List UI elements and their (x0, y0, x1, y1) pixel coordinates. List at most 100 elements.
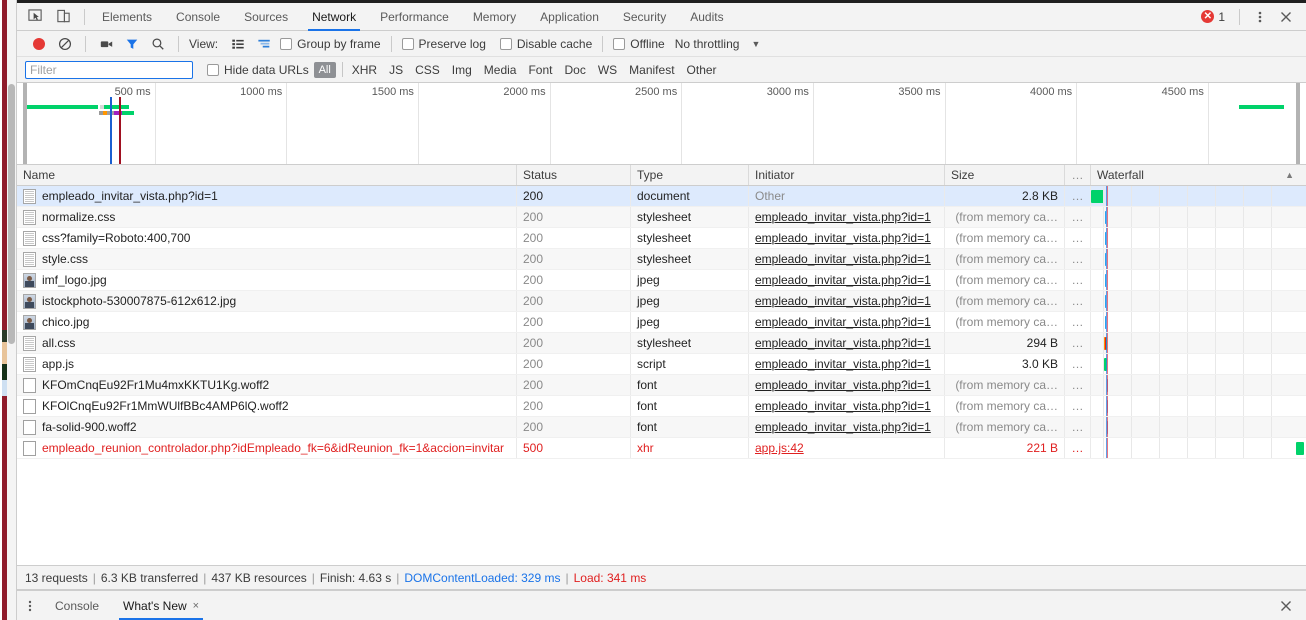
device-toolbar-icon[interactable] (51, 6, 75, 28)
cell-name[interactable]: KFOlCnqEu92Fr1MmWUlfBBc4AMP6lQ.woff2 (17, 396, 517, 416)
overview-left-handle[interactable] (23, 83, 27, 164)
cell-name[interactable]: css?family=Roboto:400,700 (17, 228, 517, 248)
table-row[interactable]: chico.jpg 200 jpeg empleado_invitar_vista.p… (17, 312, 1306, 333)
throttling-select[interactable]: No throttling (675, 37, 740, 51)
chevron-down-icon[interactable]: ▼ (751, 39, 760, 49)
filter-type-xhr[interactable]: XHR (346, 63, 383, 77)
table-row[interactable]: all.css 200 stylesheet empleado_invitar_vis… (17, 333, 1306, 354)
cell-overflow[interactable]: … (1065, 333, 1091, 353)
table-row[interactable]: style.css 200 stylesheet empleado_invitar_v… (17, 249, 1306, 270)
drawer-close-icon[interactable] (1274, 595, 1298, 617)
cell-overflow[interactable]: … (1065, 228, 1091, 248)
initiator-link[interactable]: app.js:42 (755, 441, 804, 455)
filter-type-doc[interactable]: Doc (558, 63, 591, 77)
tab-performance[interactable]: Performance (368, 3, 461, 30)
initiator-link[interactable]: empleado_invitar_vista.php?id=1 (755, 420, 931, 434)
cell-overflow[interactable]: … (1065, 186, 1091, 206)
filter-type-img[interactable]: Img (446, 63, 478, 77)
cell-overflow[interactable]: … (1065, 249, 1091, 269)
tab-application[interactable]: Application (528, 3, 611, 30)
cell-name[interactable]: all.css (17, 333, 517, 353)
filter-type-css[interactable]: CSS (409, 63, 446, 77)
page-scrollbar-thumb[interactable] (8, 84, 15, 344)
offline-checkbox[interactable]: Offline (613, 37, 665, 51)
funnel-icon[interactable] (120, 33, 144, 55)
column-header-status[interactable]: Status (517, 165, 631, 185)
camera-icon[interactable] (94, 33, 118, 55)
table-row[interactable]: css?family=Roboto:400,700 200 stylesheet em… (17, 228, 1306, 249)
column-header-type[interactable]: Type (631, 165, 749, 185)
filter-type-other[interactable]: Other (681, 63, 723, 77)
cell-name[interactable]: istockphoto-530007875-612x612.jpg (17, 291, 517, 311)
table-row[interactable]: KFOlCnqEu92Fr1MmWUlfBBc4AMP6lQ.woff2 200 f… (17, 396, 1306, 417)
inspect-element-icon[interactable] (23, 6, 47, 28)
table-row[interactable]: KFOmCnqEu92Fr1Mu4mxKKTU1Kg.woff2 200 font e… (17, 375, 1306, 396)
filter-type-manifest[interactable]: Manifest (623, 63, 680, 77)
initiator-link[interactable]: empleado_invitar_vista.php?id=1 (755, 273, 931, 287)
filter-type-js[interactable]: JS (383, 63, 409, 77)
filter-type-font[interactable]: Font (522, 63, 558, 77)
initiator-link[interactable]: empleado_invitar_vista.php?id=1 (755, 231, 931, 245)
cell-overflow[interactable]: … (1065, 375, 1091, 395)
disable-cache-checkbox[interactable]: Disable cache (499, 37, 592, 51)
cell-name[interactable]: normalize.css (17, 207, 517, 227)
overview-right-handle[interactable] (1296, 83, 1300, 164)
tab-elements[interactable]: Elements (90, 3, 164, 30)
initiator-link[interactable]: empleado_invitar_vista.php?id=1 (755, 210, 931, 224)
cell-name[interactable]: chico.jpg (17, 312, 517, 332)
filter-type-all[interactable]: All (313, 61, 336, 78)
tab-sources[interactable]: Sources (232, 3, 300, 30)
drawer-tab-close-icon[interactable]: × (193, 600, 199, 612)
cell-name[interactable]: style.css (17, 249, 517, 269)
cell-overflow[interactable]: … (1065, 354, 1091, 374)
cell-overflow[interactable]: … (1065, 291, 1091, 311)
close-icon[interactable] (1274, 6, 1298, 28)
cell-overflow[interactable]: … (1065, 438, 1091, 458)
cell-overflow[interactable]: … (1065, 270, 1091, 290)
initiator-link[interactable]: empleado_invitar_vista.php?id=1 (755, 357, 931, 371)
column-header-waterfall[interactable]: Waterfall ▲ (1091, 165, 1306, 185)
initiator-link[interactable]: empleado_invitar_vista.php?id=1 (755, 252, 931, 266)
column-header-initiator[interactable]: Initiator (749, 165, 945, 185)
kebab-menu-icon[interactable] (1248, 6, 1272, 28)
initiator-link[interactable]: empleado_invitar_vista.php?id=1 (755, 294, 931, 308)
column-header-name[interactable]: Name (17, 165, 517, 185)
cell-name[interactable]: app.js (17, 354, 517, 374)
cell-name[interactable]: empleado_reunion_controlador.php?idEmple… (17, 438, 517, 458)
table-row[interactable]: fa-solid-900.woff2 200 font empleado_invita… (17, 417, 1306, 438)
preserve-log-checkbox[interactable]: Preserve log (401, 37, 486, 51)
filter-input[interactable] (25, 60, 193, 79)
clear-icon[interactable] (53, 33, 77, 55)
initiator-link[interactable]: empleado_invitar_vista.php?id=1 (755, 315, 931, 329)
tab-console[interactable]: Console (164, 3, 232, 30)
filter-type-ws[interactable]: WS (592, 63, 623, 77)
cell-overflow[interactable]: … (1065, 396, 1091, 416)
hide-data-urls-checkbox[interactable]: Hide data URLs (207, 63, 309, 77)
column-header-size[interactable]: Size (945, 165, 1065, 185)
cell-overflow[interactable]: … (1065, 417, 1091, 437)
search-icon[interactable] (146, 33, 170, 55)
table-row[interactable]: normalize.css 200 stylesheet empleado_invit… (17, 207, 1306, 228)
waterfall-view-icon[interactable] (252, 33, 276, 55)
cell-name[interactable]: fa-solid-900.woff2 (17, 417, 517, 437)
list-view-icon[interactable] (226, 33, 250, 55)
table-row[interactable]: istockphoto-530007875-612x612.jpg 200 jpeg… (17, 291, 1306, 312)
tab-audits[interactable]: Audits (678, 3, 735, 30)
cell-name[interactable]: empleado_invitar_vista.php?id=1 (17, 186, 517, 206)
table-row[interactable]: empleado_invitar_vista.php?id=1 200 docume… (17, 186, 1306, 207)
error-count-badge[interactable]: ✕ 1 (1195, 10, 1231, 24)
initiator-link[interactable]: empleado_invitar_vista.php?id=1 (755, 378, 931, 392)
cell-overflow[interactable]: … (1065, 207, 1091, 227)
tab-security[interactable]: Security (611, 3, 678, 30)
initiator-link[interactable]: empleado_invitar_vista.php?id=1 (755, 336, 931, 350)
network-overview-timeline[interactable]: 500 ms 1000 ms 1500 ms 2000 ms 2500 ms 3000 m… (17, 83, 1306, 165)
record-icon[interactable] (27, 33, 51, 55)
column-header-overflow[interactable]: … (1065, 165, 1091, 185)
cell-overflow[interactable]: … (1065, 312, 1091, 332)
drawer-kebab-menu-icon[interactable] (17, 591, 43, 620)
initiator-link[interactable]: empleado_invitar_vista.php?id=1 (755, 399, 931, 413)
drawer-tab-console[interactable]: Console (43, 591, 111, 620)
drawer-tab-whats-new[interactable]: What's New × (111, 591, 211, 620)
filter-type-media[interactable]: Media (478, 63, 523, 77)
group-by-frame-checkbox[interactable]: Group by frame (280, 37, 381, 51)
